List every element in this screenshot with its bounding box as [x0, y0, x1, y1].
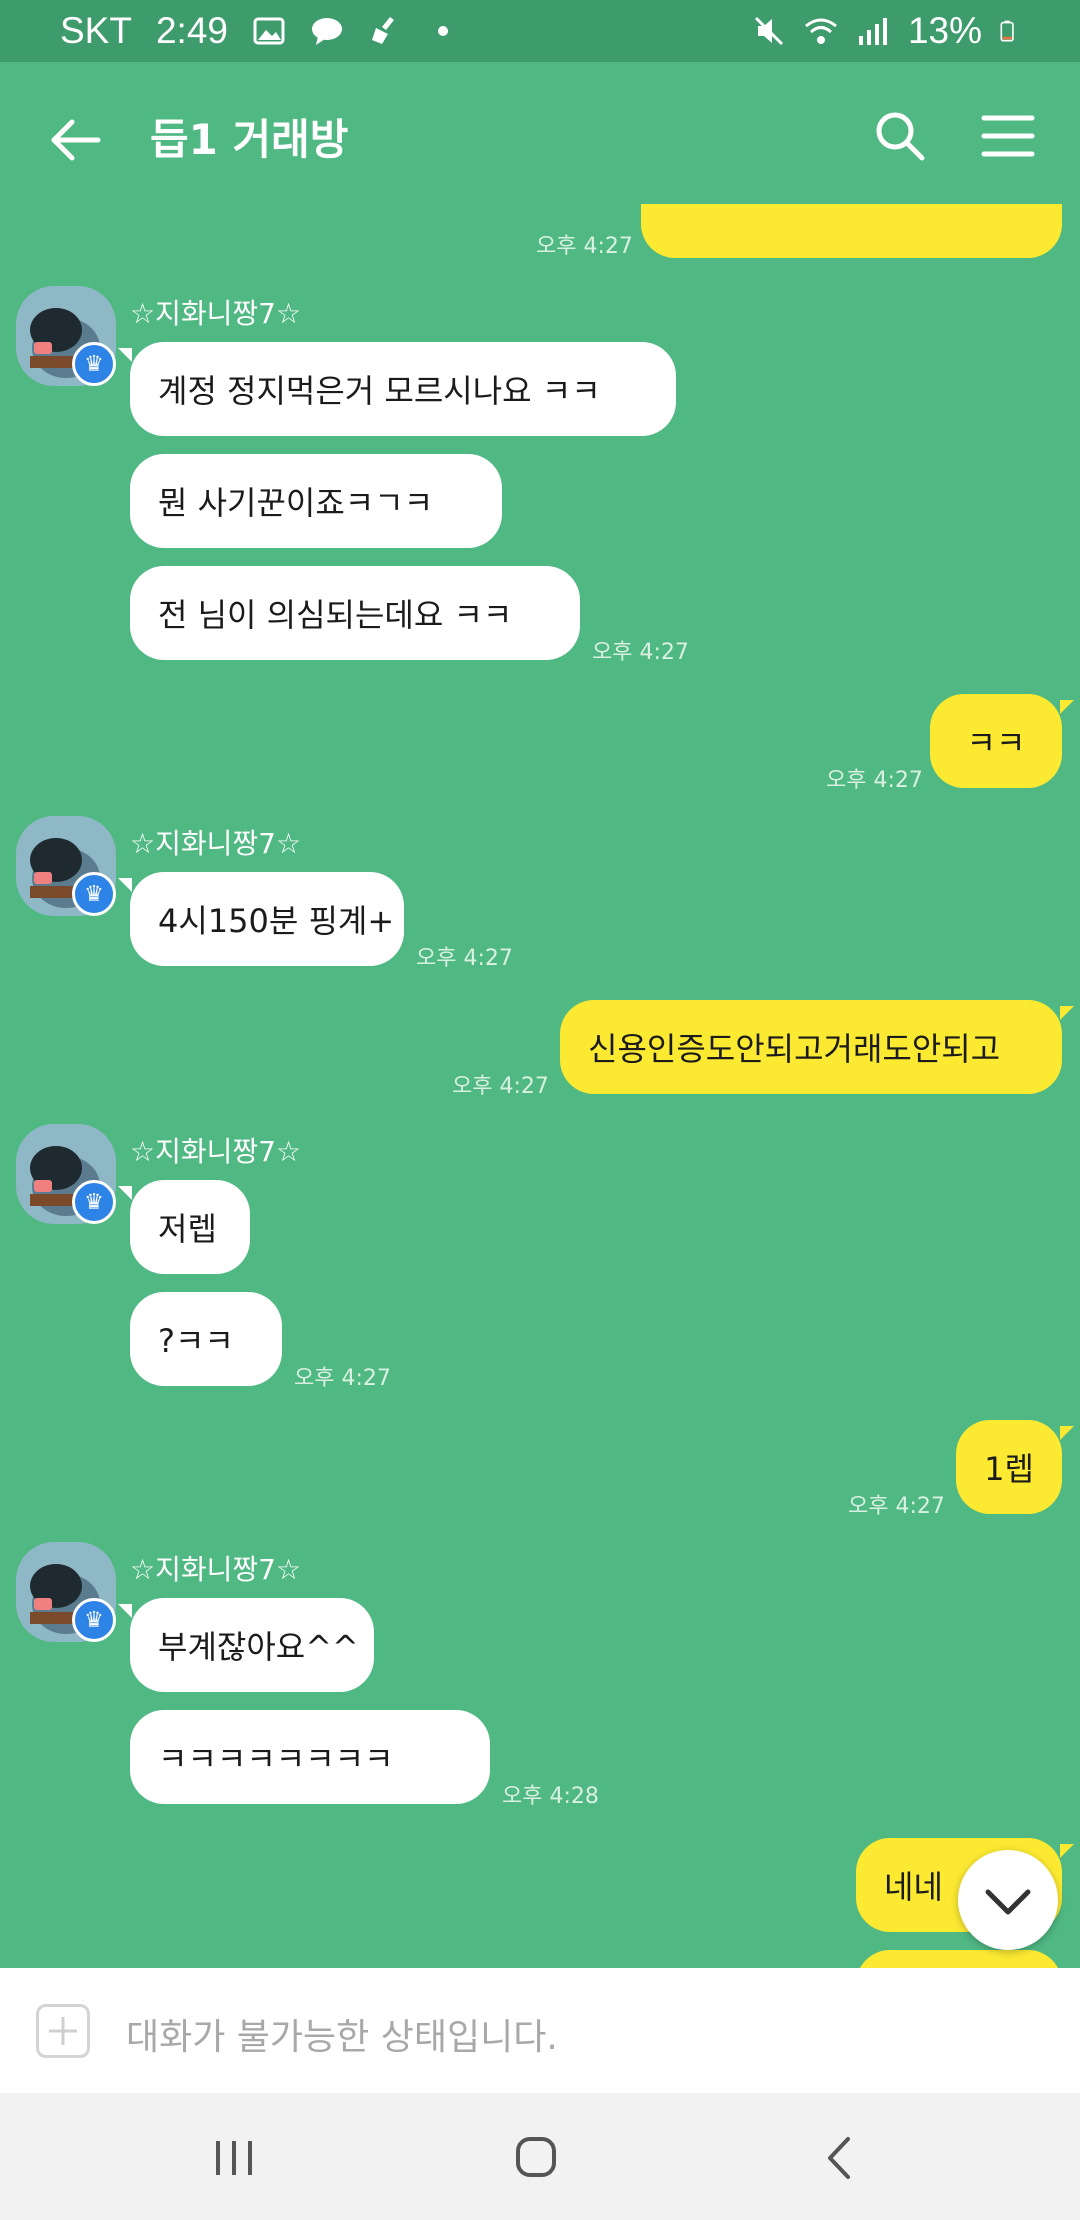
- message-bubble-incoming[interactable]: 저렙: [118, 1180, 250, 1274]
- search-icon[interactable]: [868, 104, 932, 168]
- message-bubble-incoming[interactable]: 전 님이 의심되는데요 ㅋㅋ: [130, 566, 580, 660]
- chat-room-title: 듭1 거래방: [150, 115, 349, 164]
- message-time: 오후 4:27: [536, 234, 633, 259]
- sender-name: ☆지화니짱7☆: [130, 1553, 302, 1586]
- avatar[interactable]: ♛: [16, 1124, 116, 1224]
- crown-icon: ♛: [72, 342, 116, 386]
- hamburger-menu-icon[interactable]: [976, 104, 1040, 168]
- image-icon: [253, 17, 285, 45]
- scroll-to-bottom-button[interactable]: [958, 1850, 1058, 1950]
- sender-name: ☆지화니짱7☆: [130, 1135, 302, 1168]
- system-nav-bar: [0, 2093, 1080, 2220]
- back-arrow-icon[interactable]: [40, 104, 112, 176]
- sender-name: ☆지화니짱7☆: [130, 827, 302, 860]
- carrier-label: SKT: [60, 10, 132, 51]
- broom-icon: [371, 17, 394, 44]
- message-bubble-outgoing[interactable]: 1렙: [956, 1420, 1074, 1514]
- message-input-bar: 대화가 불가능한 상태입니다.: [0, 1968, 1080, 2093]
- avatar[interactable]: ♛: [16, 816, 116, 916]
- signal-icon: [858, 18, 887, 45]
- dot-icon: [437, 26, 448, 36]
- sender-name: ☆지화니짱7☆: [130, 297, 302, 330]
- message-bubble-outgoing[interactable]: 신용인증도안되고거래도안되고: [560, 1000, 1074, 1094]
- message-input-placeholder[interactable]: 대화가 불가능한 상태입니다.: [126, 2008, 558, 2060]
- message-bubble-outgoing[interactable]: [641, 204, 1062, 258]
- talk-icon: [311, 18, 342, 45]
- message-bubble-incoming[interactable]: 계정 정지먹은거 모르시나요 ㅋㅋ: [118, 342, 676, 436]
- back-icon[interactable]: [800, 2123, 880, 2193]
- message-bubble-outgoing[interactable]: ㅋㅋ: [930, 694, 1074, 788]
- message-time: 오후 4:27: [848, 1494, 945, 1519]
- message-time: 오후 4:28: [502, 1784, 599, 1809]
- chat-header: 듭1 거래방: [0, 62, 1080, 204]
- chat-messages[interactable]: 오후 4:27 ♛ ☆지화니짱7☆ 계정 정지먹은거 모르시나요 ㅋㅋ 뭔 사기…: [0, 204, 1080, 1968]
- battery-icon: [1000, 20, 1014, 42]
- message-bubble-incoming[interactable]: ?ㅋㅋ: [130, 1292, 282, 1386]
- message-time: 오후 4:27: [826, 768, 923, 793]
- recent-apps-icon[interactable]: [194, 2123, 274, 2193]
- crown-icon: ♛: [72, 1180, 116, 1224]
- battery-percent: 13%: [907, 10, 982, 51]
- message-time: 오후 4:27: [592, 640, 689, 665]
- message-bubble-incoming[interactable]: ㅋㅋㅋㅋㅋㅋㅋㅋ: [130, 1710, 490, 1804]
- avatar[interactable]: ♛: [16, 1542, 116, 1642]
- avatar[interactable]: ♛: [16, 286, 116, 386]
- message-time: 오후 4:27: [294, 1366, 391, 1391]
- crown-icon: ♛: [72, 872, 116, 916]
- message-time: 오후 4:27: [452, 1074, 549, 1099]
- crown-icon: ♛: [72, 1598, 116, 1642]
- plus-icon: [49, 2017, 77, 2045]
- attach-button[interactable]: [36, 2004, 90, 2058]
- message-bubble-incoming[interactable]: 부계잖아요^^: [118, 1598, 374, 1692]
- status-bar: SKT 2:49 13%: [0, 0, 1080, 62]
- message-time: 오후 4:27: [416, 946, 513, 971]
- clock: 2:49: [155, 10, 228, 51]
- mute-icon: [754, 16, 783, 46]
- message-bubble-outgoing[interactable]: [856, 1950, 1062, 1968]
- home-icon[interactable]: [496, 2123, 576, 2193]
- message-bubble-incoming[interactable]: 뭔 사기꾼이죠ㅋㄱㅋ: [130, 454, 502, 548]
- message-bubble-incoming[interactable]: 4시150분 핑계+: [118, 872, 404, 966]
- wifi-icon: [805, 18, 837, 44]
